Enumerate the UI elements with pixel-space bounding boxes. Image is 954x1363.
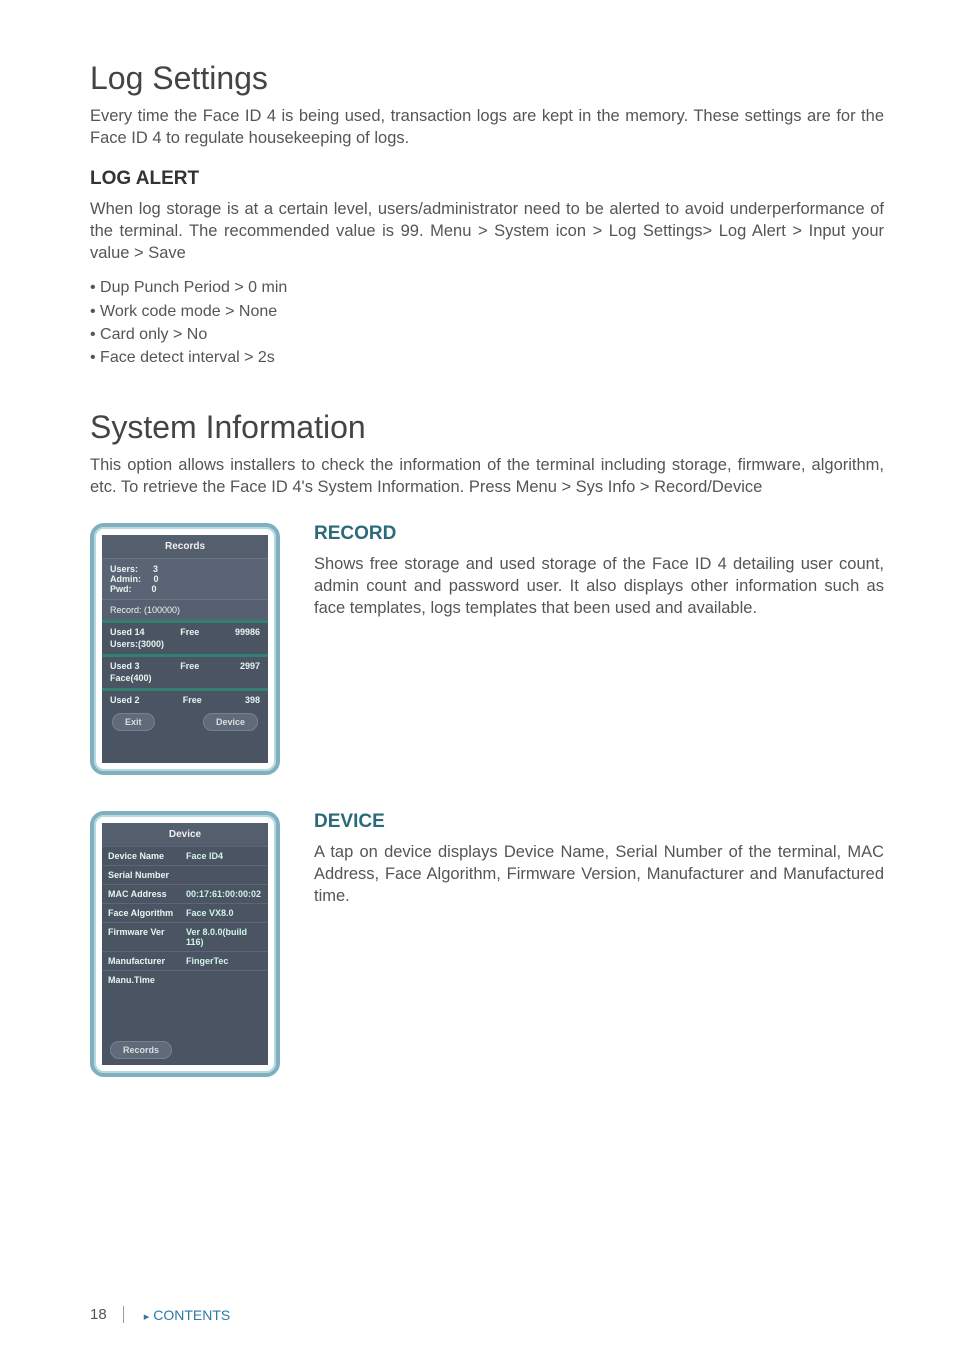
row1-used: Used 14: [110, 627, 145, 637]
dev-label: Face Algorithm: [108, 908, 186, 918]
row2-free: Free: [180, 661, 199, 671]
bullet-item: • Dup Punch Period > 0 min: [90, 276, 884, 299]
device-row: Serial Number: [102, 865, 268, 884]
row3-free: Free: [183, 695, 202, 705]
row2-val: 2997: [240, 661, 260, 671]
system-info-intro: This option allows installers to check t…: [90, 454, 884, 499]
records-row-2: Used 3 Free 2997: [102, 657, 268, 673]
row3-used: Used 2: [110, 695, 140, 705]
row2-used: Used 3: [110, 661, 140, 671]
dev-value: Face VX8.0: [186, 908, 234, 918]
device-row: Firmware Ver Ver 8.0.0(build 116): [102, 922, 268, 951]
dev-label: Serial Number: [108, 870, 186, 880]
records-header-block: Users: 3 Admin: 0 Pwd: 0: [102, 558, 268, 599]
device-body: A tap on device displays Device Name, Se…: [314, 841, 884, 908]
users-label: Users:: [110, 564, 138, 574]
pwd-value: 0: [152, 584, 157, 594]
row1-sub: Users:(3000): [102, 639, 268, 654]
device-screenshot: Device Device Name Face ID4 Serial Numbe…: [90, 811, 280, 1077]
device-screen-title: Device: [102, 823, 268, 846]
record-heading: RECORD: [314, 523, 884, 545]
admin-label: Admin:: [110, 574, 141, 584]
device-row: Manufacturer FingerTec: [102, 951, 268, 970]
record-body: Shows free storage and used storage of t…: [314, 553, 884, 620]
row1-val: 99986: [235, 627, 260, 637]
device-row: Manu.Time: [102, 970, 268, 989]
row3-val: 398: [245, 695, 260, 705]
device-row: MAC Address 00:17:61:00:00:02: [102, 884, 268, 903]
records-row-3: Used 2 Free 398: [102, 691, 268, 707]
contents-label: CONTENTS: [153, 1307, 230, 1323]
records-button[interactable]: Records: [110, 1041, 172, 1059]
dev-value: Ver 8.0.0(build 116): [186, 927, 262, 947]
row2-sub: Face(400): [102, 673, 268, 688]
page-number: 18: [90, 1306, 124, 1323]
dev-label: Firmware Ver: [108, 927, 186, 947]
exit-button[interactable]: Exit: [112, 713, 155, 731]
record-total-label: Record: (100000): [102, 599, 268, 620]
dev-label: MAC Address: [108, 889, 186, 899]
contents-link[interactable]: ▸CONTENTS: [144, 1307, 231, 1323]
bullet-item: • Face detect interval > 2s: [90, 346, 884, 369]
dev-label: Device Name: [108, 851, 186, 861]
device-button[interactable]: Device: [203, 713, 258, 731]
log-alert-body: When log storage is at a certain level, …: [90, 198, 884, 265]
dev-value: 00:17:61:00:00:02: [186, 889, 261, 899]
log-alert-bullets: • Dup Punch Period > 0 min • Work code m…: [90, 276, 884, 369]
dev-value: FingerTec: [186, 956, 228, 966]
log-settings-intro: Every time the Face ID 4 is being used, …: [90, 105, 884, 150]
records-row-1: Used 14 Free 99986: [102, 623, 268, 639]
device-row: Device Name Face ID4: [102, 846, 268, 865]
pwd-label: Pwd:: [110, 584, 132, 594]
records-screenshot: Records Users: 3 Admin: 0 Pwd: 0 Record:…: [90, 523, 280, 775]
bullet-item: • Work code mode > None: [90, 300, 884, 323]
system-info-title: System Information: [90, 409, 884, 446]
log-alert-heading: LOG ALERT: [90, 168, 884, 190]
device-heading: DEVICE: [314, 811, 884, 833]
bullet-item: • Card only > No: [90, 323, 884, 346]
dev-value: Face ID4: [186, 851, 223, 861]
users-value: 3: [153, 564, 158, 574]
records-screen-title: Records: [102, 535, 268, 558]
admin-value: 0: [154, 574, 159, 584]
dev-label: Manu.Time: [108, 975, 186, 985]
arrow-right-icon: ▸: [144, 1311, 150, 1323]
row1-free: Free: [180, 627, 199, 637]
dev-label: Manufacturer: [108, 956, 186, 966]
log-settings-title: Log Settings: [90, 60, 884, 97]
device-row: Face Algorithm Face VX8.0: [102, 903, 268, 922]
